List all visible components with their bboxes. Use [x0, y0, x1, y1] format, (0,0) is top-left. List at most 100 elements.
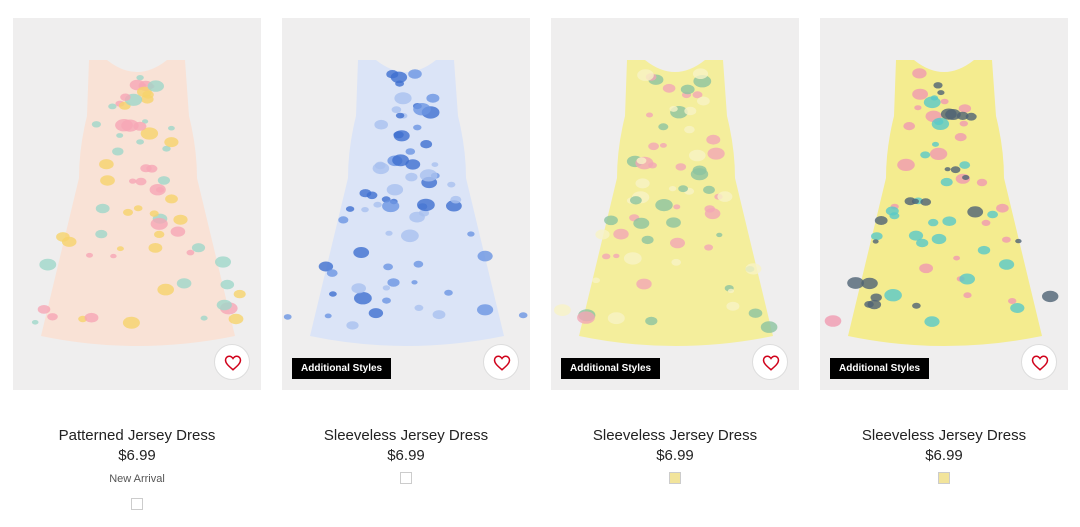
product-info: Sleeveless Jersey Dress $6.99 — [551, 426, 799, 484]
print-motif — [931, 117, 950, 130]
print-motif — [216, 299, 232, 311]
print-motif — [168, 125, 175, 131]
product-card[interactable]: Additional Styles Sleeveless Jersey Dres… — [282, 18, 530, 484]
print-motif — [431, 162, 439, 168]
print-motif — [919, 263, 933, 274]
print-motif — [1008, 298, 1017, 304]
print-motif — [136, 75, 144, 81]
product-card[interactable]: Additional Styles Sleeveless Jersey Dres… — [820, 18, 1068, 484]
product-info: Patterned Jersey Dress $6.99 New Arrival — [13, 426, 261, 510]
additional-styles-badge: Additional Styles — [830, 358, 930, 379]
print-motif — [636, 278, 652, 290]
print-motif — [689, 149, 706, 162]
print-motif — [382, 285, 391, 291]
print-motif — [116, 133, 124, 138]
print-motif — [393, 131, 404, 139]
print-motif — [623, 252, 642, 265]
product-image[interactable]: Additional Styles — [551, 18, 799, 390]
print-motif — [414, 304, 424, 311]
print-motif — [635, 178, 650, 189]
print-motif — [912, 88, 928, 100]
print-motif — [1010, 303, 1025, 313]
print-motif — [116, 246, 124, 252]
print-motif — [95, 229, 108, 239]
print-motif — [976, 178, 988, 187]
print-motif — [655, 199, 673, 212]
print-motif — [613, 228, 629, 240]
color-swatch[interactable] — [669, 472, 681, 484]
product-name[interactable]: Patterned Jersey Dress — [13, 426, 261, 446]
print-motif — [903, 122, 915, 131]
print-motif — [84, 312, 99, 323]
print-motif — [959, 120, 968, 127]
dress-image — [31, 60, 246, 346]
print-motif — [150, 217, 168, 230]
print-motif — [186, 249, 195, 256]
favorite-button[interactable] — [752, 344, 788, 380]
print-motif — [940, 98, 949, 105]
product-image[interactable]: Additional Styles — [282, 18, 530, 390]
print-motif — [613, 253, 620, 259]
print-motif — [329, 291, 337, 297]
favorite-button[interactable] — [1021, 344, 1057, 380]
print-motif — [123, 208, 133, 216]
print-motif — [133, 121, 147, 131]
print-motif — [658, 123, 669, 131]
print-motif — [149, 210, 159, 217]
print-motif — [136, 139, 144, 145]
print-motif — [359, 189, 372, 198]
print-motif — [157, 283, 174, 296]
color-swatch[interactable] — [131, 498, 143, 510]
print-motif — [354, 292, 372, 305]
print-motif — [100, 175, 115, 186]
print-motif — [912, 68, 927, 79]
print-motif — [108, 103, 117, 110]
print-motif — [477, 250, 493, 262]
print-motif — [1042, 290, 1059, 303]
favorite-button[interactable] — [214, 344, 250, 380]
product-image[interactable] — [13, 18, 261, 390]
print-motif — [704, 244, 713, 251]
print-motif — [413, 260, 424, 268]
color-swatch[interactable] — [400, 472, 412, 484]
print-motif — [133, 205, 143, 212]
print-motif — [39, 258, 57, 271]
product-card[interactable]: Patterned Jersey Dress $6.99 New Arrival — [13, 18, 261, 510]
dress-image — [554, 60, 778, 346]
print-motif — [861, 277, 878, 290]
print-motif — [967, 206, 984, 218]
product-name[interactable]: Sleeveless Jersey Dress — [282, 426, 530, 446]
favorite-button[interactable] — [483, 344, 519, 380]
print-motif — [595, 229, 610, 240]
print-motif — [176, 278, 192, 289]
print-motif — [373, 201, 382, 208]
print-motif — [673, 204, 681, 210]
print-motif — [95, 203, 110, 214]
product-image[interactable]: Additional Styles — [820, 18, 1068, 390]
print-motif — [91, 121, 101, 128]
print-motif — [911, 198, 919, 204]
print-motif — [86, 252, 93, 258]
product-price: $6.99 — [118, 447, 156, 464]
print-motif — [607, 312, 625, 325]
product-grid: Patterned Jersey Dress $6.99 New Arrival… — [0, 0, 1080, 527]
product-name[interactable]: Sleeveless Jersey Dress — [820, 426, 1068, 446]
print-motif — [346, 321, 359, 330]
print-motif — [962, 175, 970, 180]
product-name[interactable]: Sleeveless Jersey Dress — [551, 426, 799, 446]
color-swatch[interactable] — [938, 472, 950, 484]
print-motif — [637, 69, 654, 81]
print-motif — [477, 304, 494, 316]
print-motif — [447, 181, 456, 188]
print-motif — [155, 187, 165, 193]
product-card[interactable]: Additional Styles Sleeveless Jersey Dres… — [551, 18, 799, 484]
print-motif — [703, 185, 715, 194]
print-motif — [678, 185, 688, 193]
print-motif — [697, 96, 710, 106]
print-motif — [760, 321, 778, 333]
print-motif — [386, 184, 404, 196]
dress-image — [283, 60, 528, 346]
print-motif — [748, 308, 763, 318]
print-motif — [386, 70, 399, 79]
print-motif — [987, 210, 998, 219]
